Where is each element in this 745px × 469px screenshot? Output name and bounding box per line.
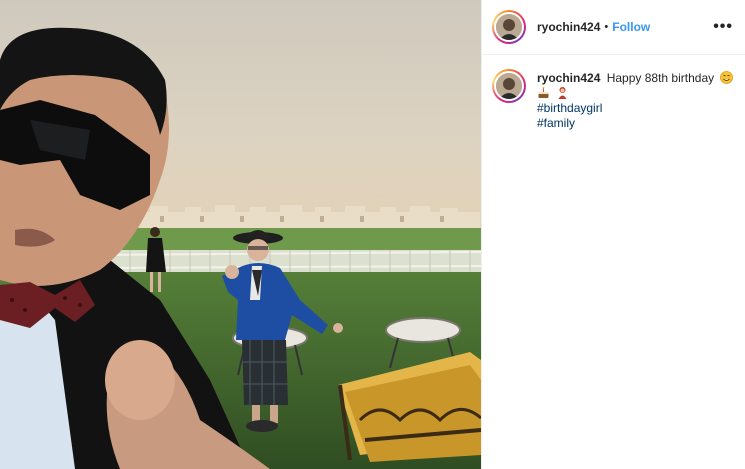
cake-emoji-icon bbox=[538, 86, 549, 98]
woman-emoji-icon bbox=[558, 87, 567, 99]
separator-dot: • bbox=[604, 21, 609, 33]
more-options-icon[interactable]: ••• bbox=[713, 19, 733, 35]
caption-body: ryochin424 Happy 88th birthday #birthday… bbox=[537, 71, 735, 131]
post-photo[interactable] bbox=[0, 0, 481, 469]
username-link[interactable]: ryochin424 bbox=[537, 20, 600, 34]
caption-text: Happy 88th birthday bbox=[606, 71, 715, 85]
smiling-face-emoji-icon bbox=[720, 71, 734, 84]
post-header: ryochin424 • Follow ••• bbox=[482, 0, 745, 55]
post-image bbox=[0, 0, 481, 469]
caption-username-link[interactable]: ryochin424 bbox=[537, 71, 600, 85]
avatar[interactable] bbox=[496, 14, 522, 40]
post-side-panel: ryochin424 • Follow ••• ryochin424 Happy… bbox=[481, 0, 745, 469]
distant-buildings bbox=[110, 205, 480, 228]
caption-story-ring[interactable] bbox=[492, 69, 526, 103]
instagram-post: ryochin424 • Follow ••• ryochin424 Happy… bbox=[0, 0, 745, 469]
caption-avatar[interactable] bbox=[496, 73, 522, 99]
story-ring[interactable] bbox=[492, 10, 526, 44]
caption: ryochin424 Happy 88th birthday #birthday… bbox=[482, 55, 745, 131]
follow-button[interactable]: Follow bbox=[612, 20, 650, 34]
hashtag-family-link[interactable]: #family bbox=[537, 116, 735, 131]
hashtag-birthdaygirl-link[interactable]: #birthdaygirl bbox=[537, 101, 735, 116]
